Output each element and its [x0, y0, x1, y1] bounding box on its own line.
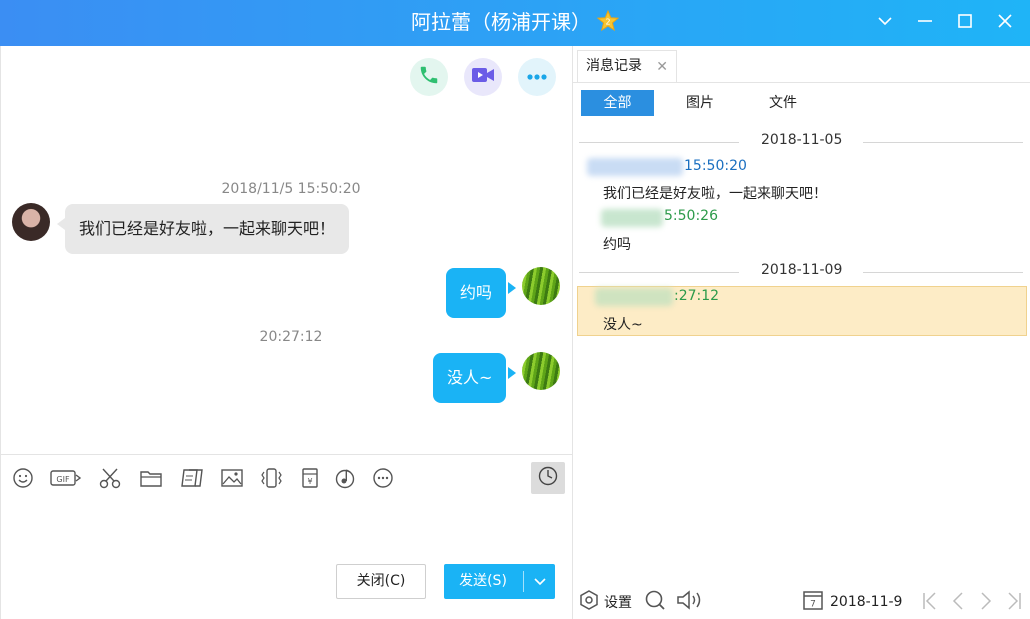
bubble-tail: [508, 282, 516, 294]
call-actions: [410, 58, 556, 96]
history-panel: 消息记录 ✕ 全部 图片 文件 2018-11-05 15:50:20 我们已经…: [572, 46, 1030, 619]
star-badge-icon: 2: [596, 3, 620, 32]
tab-divider: [573, 82, 1030, 83]
history-time: 15:50:20: [684, 158, 747, 174]
close-icon[interactable]: [994, 10, 1016, 32]
phone-call-button[interactable]: [410, 58, 448, 96]
message-history-button[interactable]: [531, 462, 565, 494]
chevron-down-icon[interactable]: [874, 10, 896, 32]
outgoing-message-bubble: 约吗: [446, 268, 507, 318]
message-timestamp: 20:27:12: [259, 329, 323, 345]
blurred-sender: [601, 209, 663, 227]
blurred-sender: [595, 288, 673, 306]
svg-text:GIF: GIF: [56, 475, 70, 484]
svg-text:¥: ¥: [307, 477, 312, 486]
send-button-label: 发送(S): [459, 573, 507, 589]
video-call-button[interactable]: [464, 58, 502, 96]
video-camera-icon: [471, 65, 495, 89]
message-timestamp: 2018/11/5 15:50:20: [221, 181, 361, 197]
date-separator-label: 2018-11-09: [761, 262, 843, 278]
window-controls: [874, 10, 1016, 32]
send-options-chevron-icon[interactable]: [524, 564, 555, 599]
history-message: 我们已经是好友啦，一起来聊天吧！: [603, 186, 827, 202]
my-avatar[interactable]: [522, 267, 560, 305]
filter-all[interactable]: 全部: [581, 90, 654, 116]
last-page-icon[interactable]: [1004, 590, 1024, 612]
emoji-icon[interactable]: [9, 465, 37, 491]
date-picker[interactable]: 7 2018-11-9: [802, 589, 902, 615]
settings-hex-icon: [578, 589, 600, 615]
tab-message-history[interactable]: 消息记录 ✕: [577, 50, 677, 82]
prev-page-icon[interactable]: [948, 590, 968, 612]
history-message: 约吗: [603, 237, 631, 253]
phone-icon: [418, 64, 440, 90]
blurred-sender: [587, 158, 683, 176]
history-time: 5:50:26: [664, 208, 718, 224]
first-page-icon[interactable]: [920, 590, 940, 612]
filter-images[interactable]: 图片: [668, 90, 732, 116]
separator-line: [579, 142, 739, 143]
image-icon[interactable]: [218, 465, 246, 491]
separator-line: [579, 272, 739, 273]
send-button[interactable]: 发送(S): [444, 564, 555, 599]
tab-close-icon[interactable]: ✕: [656, 52, 668, 82]
search-icon: [644, 589, 666, 615]
gif-icon[interactable]: GIF: [50, 465, 82, 491]
more-icon[interactable]: [369, 465, 397, 491]
contact-avatar[interactable]: [12, 203, 50, 241]
minimize-icon[interactable]: [914, 10, 936, 32]
svg-text:2: 2: [605, 18, 610, 27]
outgoing-message-bubble: 没人~: [433, 353, 507, 403]
red-packet-icon[interactable]: ¥: [296, 465, 324, 491]
date-separator: 2018-11-09: [573, 262, 1030, 282]
chat-panel: 2018/11/5 15:50:20 我们已经是好友啦，一起来聊天吧！ 约吗 2…: [0, 46, 573, 619]
separator-line: [863, 272, 1023, 273]
svg-text:7: 7: [810, 600, 816, 610]
settings-button[interactable]: 设置: [578, 589, 632, 615]
filter-files[interactable]: 文件: [751, 90, 815, 116]
bubble-tail: [57, 218, 65, 230]
folder-icon[interactable]: [137, 465, 165, 491]
clock-icon: [537, 465, 559, 491]
scissors-icon[interactable]: [96, 465, 124, 491]
incoming-message-bubble: 我们已经是好友啦，一起来聊天吧！: [65, 204, 350, 254]
title-bar: 阿拉蕾（杨浦开课） 2: [0, 0, 1030, 46]
tab-label: 消息记录: [586, 58, 642, 74]
history-bottom-bar: 设置 7 2018-11-9: [573, 586, 1030, 619]
close-button[interactable]: 关闭(C): [336, 564, 426, 599]
history-message: 没人~: [603, 317, 643, 333]
my-avatar[interactable]: [522, 352, 560, 390]
more-dots-icon: [526, 69, 548, 85]
more-actions-button[interactable]: [518, 58, 556, 96]
separator-line: [863, 142, 1023, 143]
speaker-button[interactable]: [676, 589, 704, 615]
window-title: 阿拉蕾（杨浦开课）: [411, 10, 591, 34]
music-icon[interactable]: [331, 465, 359, 491]
history-time: :27:12: [674, 288, 720, 304]
bubble-tail: [508, 367, 516, 379]
input-toolbar: GIF ¥: [1, 454, 573, 498]
speaker-icon: [676, 589, 704, 615]
doc-icon[interactable]: [178, 465, 206, 491]
next-page-icon[interactable]: [976, 590, 996, 612]
calendar-icon: 7: [802, 589, 824, 615]
message-input-area[interactable]: [1, 498, 573, 558]
shake-icon[interactable]: [257, 465, 285, 491]
settings-label: 设置: [604, 595, 632, 611]
search-button[interactable]: [644, 589, 666, 615]
maximize-icon[interactable]: [954, 10, 976, 32]
date-value: 2018-11-9: [830, 594, 903, 610]
date-separator-label: 2018-11-05: [761, 132, 843, 148]
date-separator: 2018-11-05: [573, 132, 1030, 152]
